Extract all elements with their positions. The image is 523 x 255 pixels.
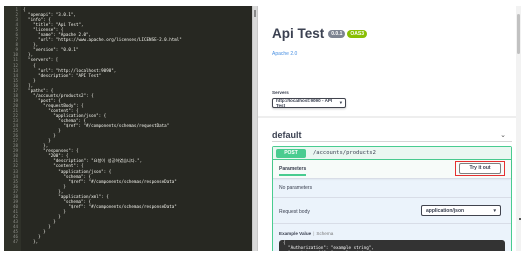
content-type-value: application/json xyxy=(426,207,465,214)
scrollbar-thumb[interactable] xyxy=(517,14,520,54)
api-title-row: Api Test 0.0.1 OAS3 xyxy=(272,26,368,41)
line-number-gutter: 1 2 3 4 5 6 7 8 9 10 11 12 13 14 15 16 17 18 19 20 21 22 23 24 2… xyxy=(4,6,21,251)
splitter-grip-icon[interactable] xyxy=(254,10,256,17)
parameters-tab[interactable]: Parameters xyxy=(279,166,307,176)
scroll-marker xyxy=(519,218,521,220)
section-divider xyxy=(258,116,516,118)
request-body-label: Request body xyxy=(279,209,310,215)
operation-summary[interactable]: POST /accounts/products2 xyxy=(273,147,511,160)
server-select-value: http://localhost:9090 - API Test xyxy=(276,98,333,108)
oas-badge: OAS3 xyxy=(347,29,368,38)
code-line: }, xyxy=(23,239,39,245)
operation-block: POST /accounts/products2 Parameters Try … xyxy=(272,146,512,251)
divider xyxy=(273,197,511,198)
line-number: 47 xyxy=(12,239,18,245)
content-type-select[interactable]: application/json ▾ xyxy=(421,205,501,216)
parameters-header: Parameters Try it out xyxy=(273,160,511,178)
tag-section-header[interactable]: default ⌄ xyxy=(272,128,512,142)
tab-separator: | xyxy=(313,231,315,236)
example-value-tab[interactable]: Example Value xyxy=(279,231,311,236)
editor-code[interactable]: { "openapi": "3.0.1", "info": { "title":… xyxy=(23,7,252,244)
chevron-down-icon: ▾ xyxy=(339,100,342,105)
operation-path: /accounts/products2 xyxy=(313,150,376,156)
http-method-badge: POST xyxy=(276,149,306,158)
swagger-ui-panel: Api Test 0.0.1 OAS3 Apache 2.0 Servers h… xyxy=(258,6,516,251)
example-tabs: Example Value | Schema xyxy=(279,231,333,236)
servers-label: Servers xyxy=(272,90,289,95)
example-code-block: { "Authorization": "example string", "x-… xyxy=(279,240,505,251)
try-it-out-button[interactable]: Try it out xyxy=(459,163,501,174)
no-parameters-text: No parameters xyxy=(279,185,313,191)
json-editor[interactable]: 1 2 3 4 5 6 7 8 9 10 11 12 13 14 15 16 17 18 19 20 21 22 23 24 2… xyxy=(4,6,252,251)
tag-title: default xyxy=(272,130,302,140)
chevron-down-icon[interactable]: ⌄ xyxy=(500,131,506,139)
divider xyxy=(273,178,511,179)
divider xyxy=(273,223,511,224)
api-title: Api Test xyxy=(272,26,325,41)
server-select[interactable]: http://localhost:9090 - API Test ▾ xyxy=(272,98,346,108)
chevron-down-icon: ▾ xyxy=(493,207,496,214)
vertical-scrollbar[interactable] xyxy=(516,6,521,251)
license-link[interactable]: Apache 2.0 xyxy=(272,51,297,57)
schema-tab[interactable]: Schema xyxy=(316,231,333,236)
version-badge: 0.0.1 xyxy=(328,29,346,38)
